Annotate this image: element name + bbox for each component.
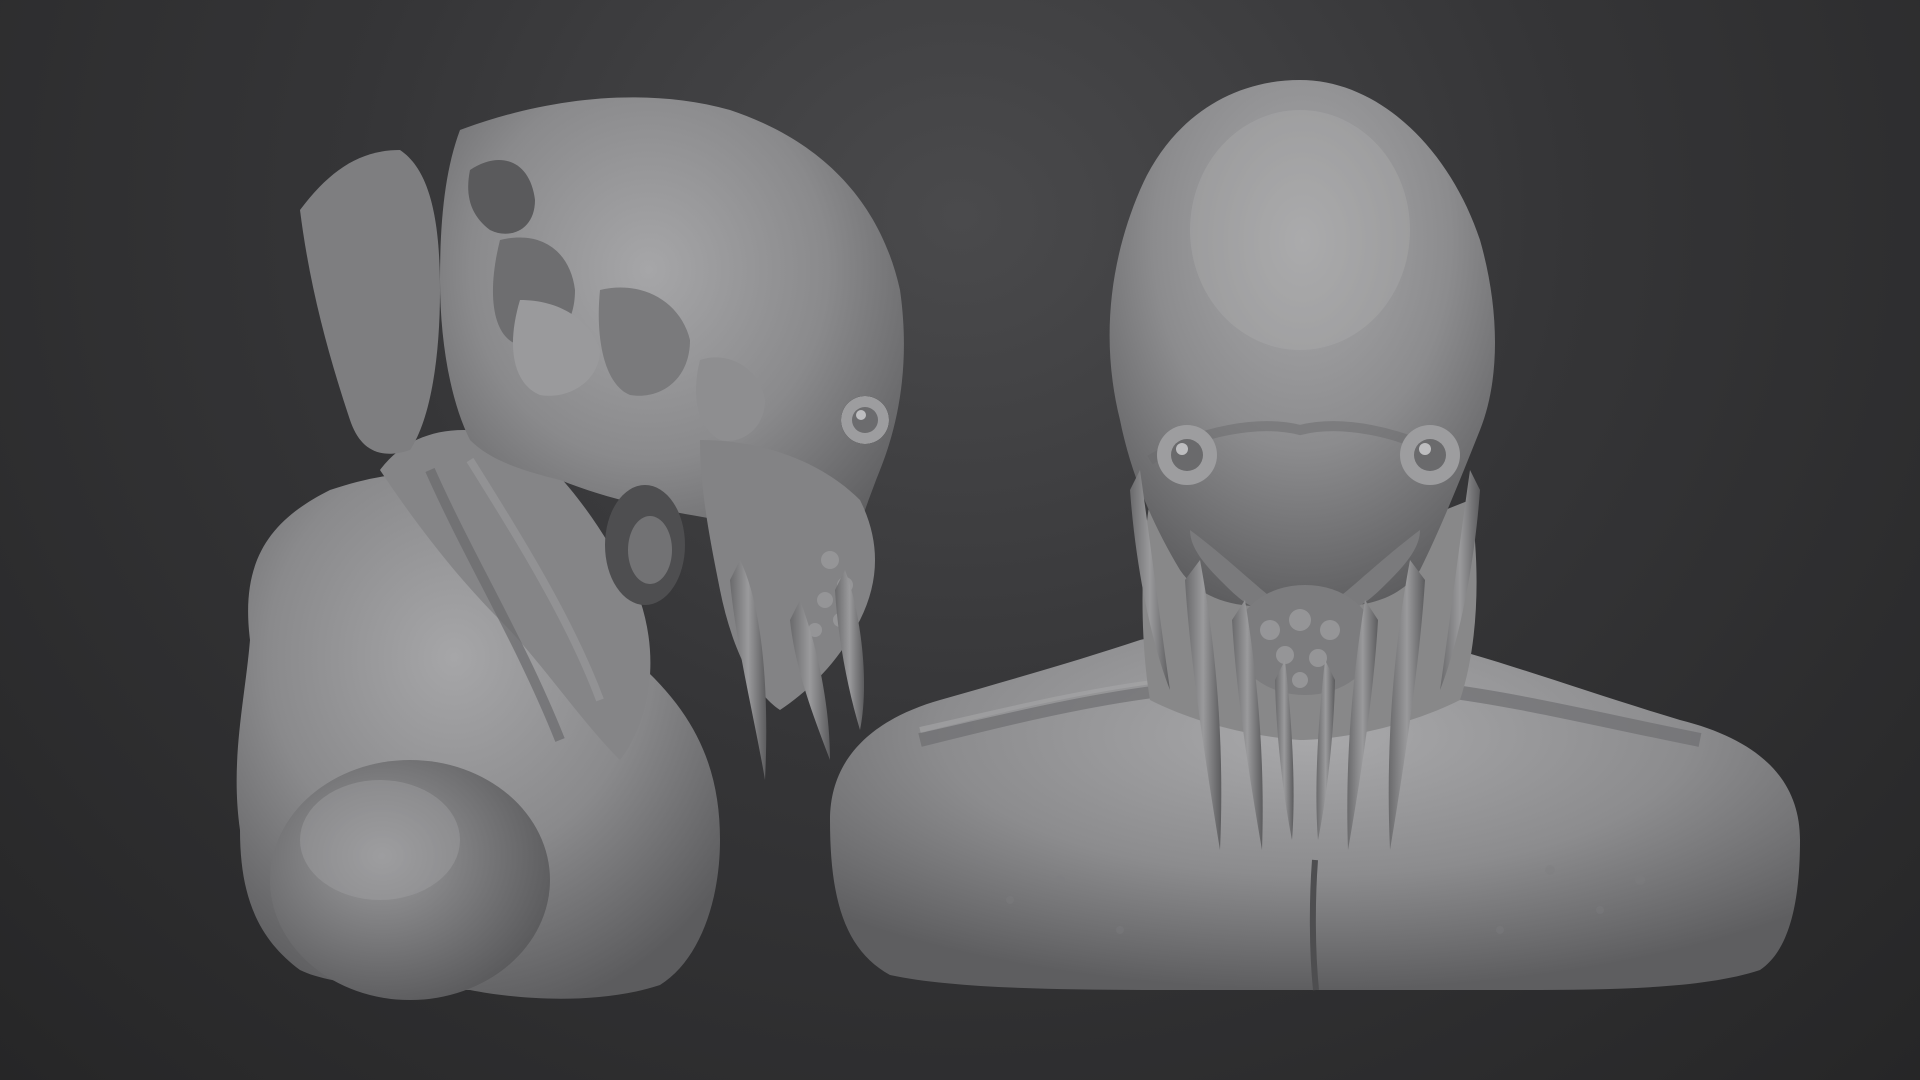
side-view-crest [300, 150, 440, 454]
render-viewport [0, 0, 1920, 1080]
side-view-bust [236, 97, 904, 1000]
front-view-bust [830, 80, 1800, 991]
sculpt-render [236, 80, 1800, 1000]
